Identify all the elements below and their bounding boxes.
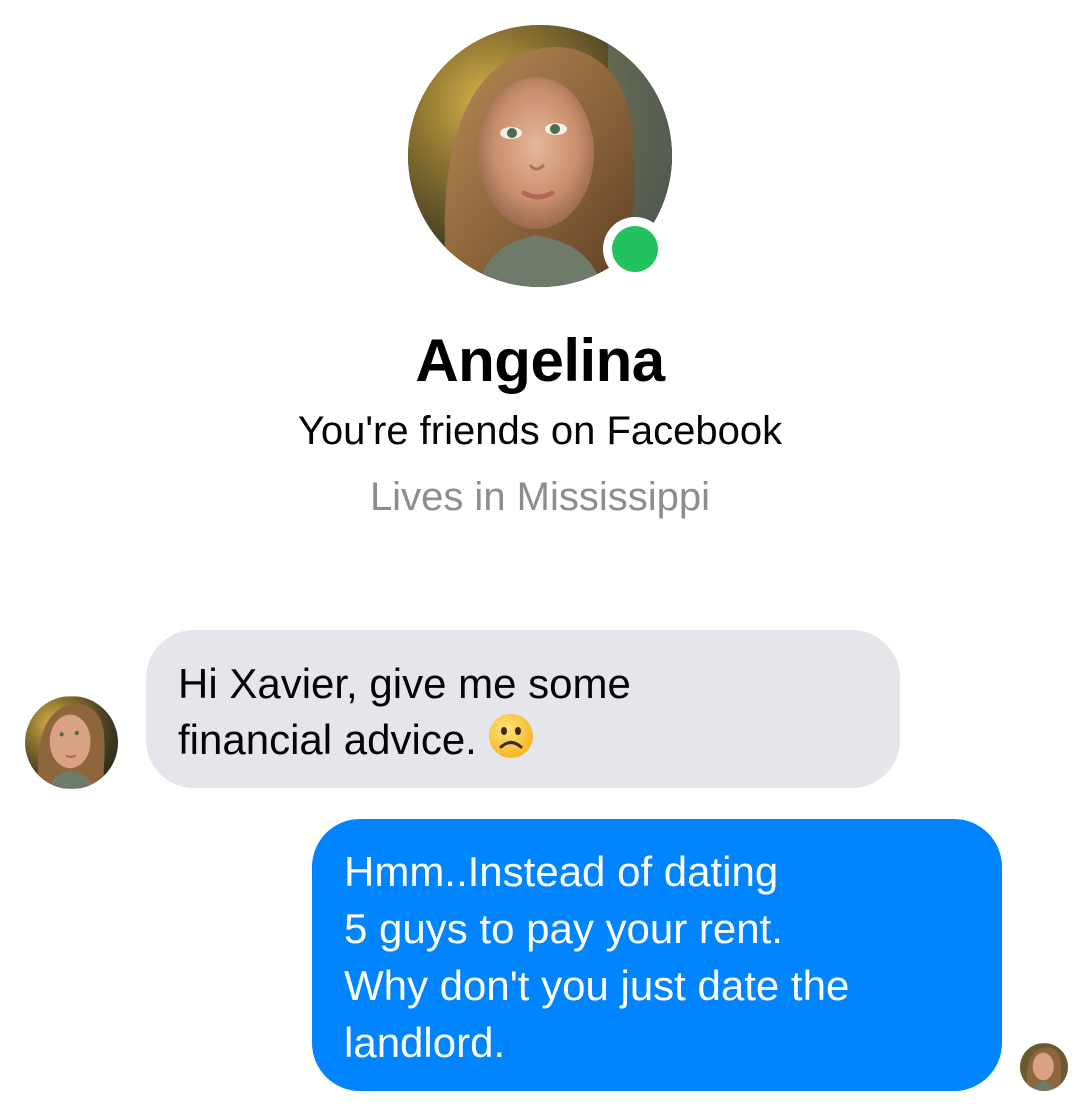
message-line: Hmm..Instead of dating bbox=[344, 848, 779, 895]
sender-avatar[interactable] bbox=[25, 696, 118, 789]
online-dot-icon bbox=[612, 226, 658, 272]
message-line: landlord. bbox=[344, 1019, 506, 1066]
message-line: Why don't you just date the bbox=[344, 962, 850, 1009]
frowning-face-icon bbox=[488, 714, 533, 758]
chat-screen: Angelina You're friends on Facebook Live… bbox=[0, 0, 1080, 1113]
received-message-bubble[interactable]: Hi Xavier, give me some financial advice… bbox=[146, 630, 900, 788]
sent-message-bubble[interactable]: Hmm..Instead of dating 5 guys to pay you… bbox=[312, 819, 1002, 1091]
message-line: 5 guys to pay your rent. bbox=[344, 905, 783, 952]
message-line: Hi Xavier, give me some bbox=[178, 660, 631, 707]
friends-status: You're friends on Facebook bbox=[297, 409, 783, 453]
message-line-with-emoji: financial advice. bbox=[178, 712, 866, 768]
online-status-indicator bbox=[603, 217, 667, 281]
seen-receipt-avatar bbox=[1020, 1043, 1068, 1091]
profile-name[interactable]: Angelina bbox=[0, 326, 1080, 395]
message-line: financial advice. bbox=[178, 716, 477, 763]
profile-location: Lives in Mississippi bbox=[369, 475, 711, 519]
